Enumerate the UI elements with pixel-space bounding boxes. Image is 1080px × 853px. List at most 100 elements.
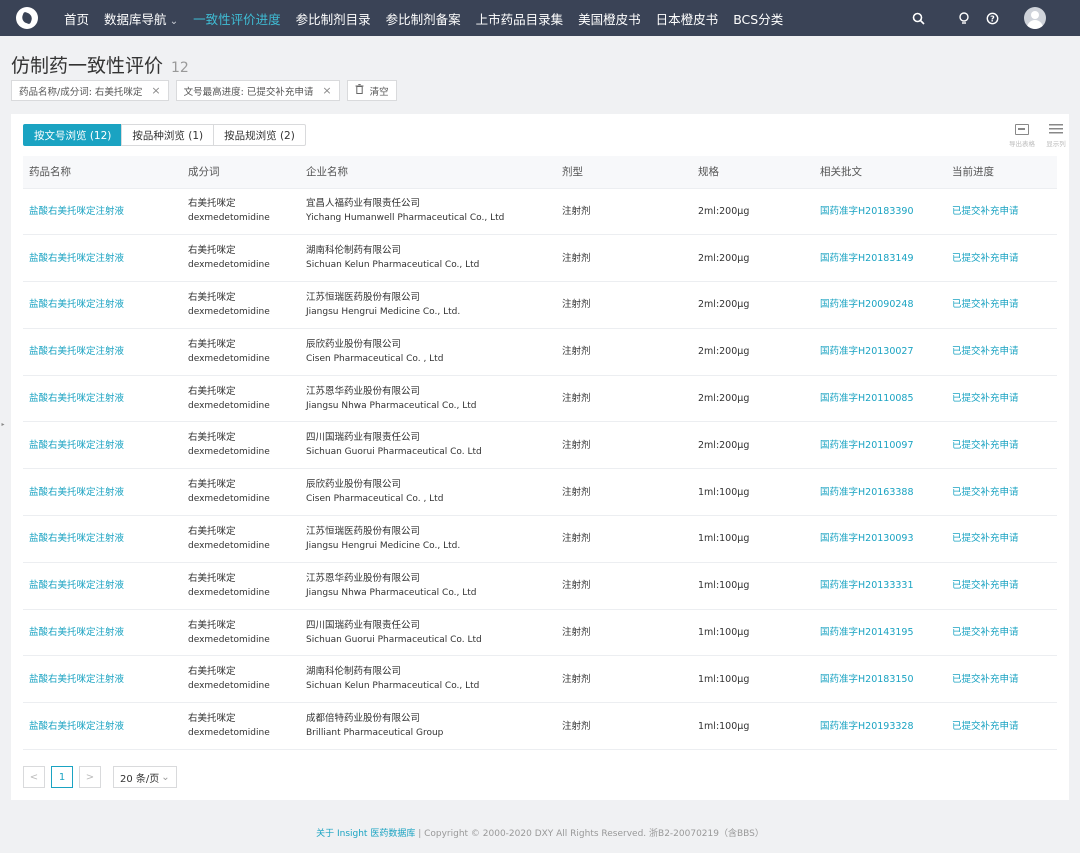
drug-name-link[interactable]: 盐酸右美托咪定注射液 (29, 721, 124, 732)
ingredient-cn: 右美托咪定 (188, 525, 236, 537)
show-columns-button[interactable]: 显示列 (1043, 124, 1069, 148)
company-cn: 四川国瑞药业有限责任公司 (306, 432, 421, 444)
tab-by-approval[interactable]: 按文号浏览 (12) (23, 124, 123, 146)
approval-link[interactable]: 国药准字H20163388 (820, 487, 914, 498)
nav-item[interactable]: 参比制剂备案 (386, 9, 461, 28)
approval-link[interactable]: 国药准字H20193328 (820, 721, 914, 732)
logo[interactable] (16, 7, 38, 29)
company-en: Jiangsu Nhwa Pharmaceutical Co., Ltd (306, 587, 477, 598)
drug-name-link[interactable]: 盐酸右美托咪定注射液 (29, 487, 124, 498)
company-cell: 江苏恒瑞医药股份有限公司 Jiangsu Hengrui Medicine Co.… (300, 515, 556, 563)
approval-link[interactable]: 国药准字H20133331 (820, 580, 914, 591)
progress-link[interactable]: 已提交补充申请 (952, 627, 1019, 638)
filter-chip-progress: 文号最高进度: 已提交补充申请 × (175, 80, 340, 101)
approval-cell: 国药准字H20090248 (814, 281, 946, 329)
close-icon[interactable]: × (322, 84, 331, 97)
nav-item[interactable]: 一致性评价进度 (193, 9, 281, 28)
progress-link[interactable]: 已提交补充申请 (952, 393, 1019, 404)
page-button-current[interactable]: 1 (51, 766, 73, 788)
drug-name-link[interactable]: 盐酸右美托咪定注射液 (29, 393, 124, 404)
approval-link[interactable]: 国药准字H20110085 (820, 393, 914, 404)
header-progress[interactable]: 当前进度 (946, 156, 1057, 189)
ingredient-cell: 右美托咪定 dexmedetomidine (182, 421, 300, 470)
drug-name-cell: 盐酸右美托咪定注射液 (23, 515, 182, 563)
svg-text:?: ? (990, 14, 995, 23)
clear-filters-button[interactable]: 清空 (346, 80, 397, 101)
header-company[interactable]: 企业名称 (300, 156, 556, 189)
dosage-form-cell: 注射剂 (556, 281, 692, 329)
approval-link[interactable]: 国药准字H20130027 (820, 346, 914, 357)
search-icon[interactable] (910, 10, 926, 26)
progress-link[interactable]: 已提交补充申请 (952, 533, 1019, 544)
drug-name-link[interactable]: 盐酸右美托咪定注射液 (29, 206, 124, 217)
close-icon[interactable]: × (151, 84, 160, 97)
progress-link[interactable]: 已提交补充申请 (952, 674, 1019, 685)
drug-name-link[interactable]: 盐酸右美托咪定注射液 (29, 299, 124, 310)
approval-link[interactable]: 国药准字H20110097 (820, 440, 914, 451)
nav-item[interactable]: 上市药品目录集 (476, 9, 564, 28)
drug-name-link[interactable]: 盐酸右美托咪定注射液 (29, 533, 124, 544)
nav-item[interactable]: 数据库导航 (104, 9, 178, 28)
dosage-form-cell: 注射剂 (556, 468, 692, 517)
nav-item[interactable]: 美国橙皮书 (578, 9, 641, 28)
export-table-button[interactable]: 导出表格 (1009, 124, 1035, 148)
ingredient-cn: 右美托咪定 (188, 245, 236, 257)
specification-cell: 1ml:100μg (692, 468, 814, 517)
drug-name-link[interactable]: 盐酸右美托咪定注射液 (29, 580, 124, 591)
footer-about-link[interactable]: 关于 Insight 医药数据库 (316, 829, 415, 839)
sidebar-expand-handle[interactable]: ▸ (0, 416, 6, 432)
filter-chip-label: 文号最高进度: 已提交补充申请 (183, 86, 314, 98)
nav-item[interactable]: 日本橙皮书 (656, 9, 719, 28)
nav-item[interactable]: 参比制剂目录 (296, 9, 371, 28)
drug-name-link[interactable]: 盐酸右美托咪定注射液 (29, 253, 124, 264)
table-header-row: 药品名称 成分词 企业名称 剂型 规格 相关批文 当前进度 (23, 156, 1057, 189)
progress-link[interactable]: 已提交补充申请 (952, 346, 1019, 357)
progress-link[interactable]: 已提交补充申请 (952, 440, 1019, 451)
page-size-select[interactable]: 20 条/页 (113, 766, 177, 788)
company-cell: 湖南科伦制药有限公司 Sichuan Kelun Pharmaceutical C… (300, 234, 556, 283)
help-icon[interactable]: ? (984, 10, 1000, 26)
progress-link[interactable]: 已提交补充申请 (952, 487, 1019, 498)
progress-link[interactable]: 已提交补充申请 (952, 580, 1019, 591)
progress-link[interactable]: 已提交补充申请 (952, 206, 1019, 217)
dosage-form-cell: 注射剂 (556, 188, 692, 236)
approval-link[interactable]: 国药准字H20183390 (820, 206, 914, 217)
drug-name-link[interactable]: 盐酸右美托咪定注射液 (29, 674, 124, 685)
prev-page-button[interactable]: < (23, 766, 45, 788)
progress-link[interactable]: 已提交补充申请 (952, 721, 1019, 732)
table-row: 盐酸右美托咪定注射液 右美托咪定 dexmedetomidine 辰欣药业股份有限公司… (23, 468, 1057, 517)
specification-cell: 2ml:200μg (692, 281, 814, 329)
progress-cell: 已提交补充申请 (946, 234, 1057, 283)
tab-by-spec[interactable]: 按品规浏览 (2) (213, 124, 306, 146)
header-drug-name[interactable]: 药品名称 (23, 156, 182, 189)
header-dosage-form[interactable]: 剂型 (556, 156, 692, 189)
bulb-icon[interactable] (956, 10, 972, 26)
header-ingredient[interactable]: 成分词 (182, 156, 300, 189)
header-approval[interactable]: 相关批文 (814, 156, 946, 189)
top-nav: 首页数据库导航一致性评价进度参比制剂目录参比制剂备案上市药品目录集美国橙皮书日本… (0, 0, 1080, 36)
tab-by-variety[interactable]: 按品种浏览 (1) (121, 124, 215, 146)
approval-link[interactable]: 国药准字H20143195 (820, 627, 914, 638)
next-page-button[interactable]: > (79, 766, 101, 788)
avatar[interactable] (1024, 7, 1046, 29)
drug-name-cell: 盐酸右美托咪定注射液 (23, 609, 182, 657)
dosage-form-cell: 注射剂 (556, 515, 692, 563)
header-specification[interactable]: 规格 (692, 156, 814, 189)
nav-item[interactable]: 首页 (64, 9, 89, 28)
company-cell: 江苏恩华药业股份有限公司 Jiangsu Nhwa Pharmaceutical … (300, 375, 556, 423)
approval-link[interactable]: 国药准字H20183150 (820, 674, 914, 685)
progress-link[interactable]: 已提交补充申请 (952, 299, 1019, 310)
progress-cell: 已提交补充申请 (946, 328, 1057, 376)
company-cn: 江苏恒瑞医药股份有限公司 (306, 291, 421, 303)
drug-name-link[interactable]: 盐酸右美托咪定注射液 (29, 346, 124, 357)
drug-name-link[interactable]: 盐酸右美托咪定注射液 (29, 627, 124, 638)
approval-link[interactable]: 国药准字H20090248 (820, 299, 914, 310)
drug-name-link[interactable]: 盐酸右美托咪定注射液 (29, 440, 124, 451)
progress-link[interactable]: 已提交补充申请 (952, 253, 1019, 264)
approval-link[interactable]: 国药准字H20130093 (820, 533, 914, 544)
approval-link[interactable]: 国药准字H20183149 (820, 253, 914, 264)
nav-item[interactable]: BCS分类 (733, 9, 783, 28)
table-row: 盐酸右美托咪定注射液 右美托咪定 dexmedetomidine 辰欣药业股份有限公司… (23, 328, 1057, 376)
company-cn: 辰欣药业股份有限公司 (306, 479, 402, 491)
company-cell: 江苏恒瑞医药股份有限公司 Jiangsu Hengrui Medicine Co.… (300, 281, 556, 329)
